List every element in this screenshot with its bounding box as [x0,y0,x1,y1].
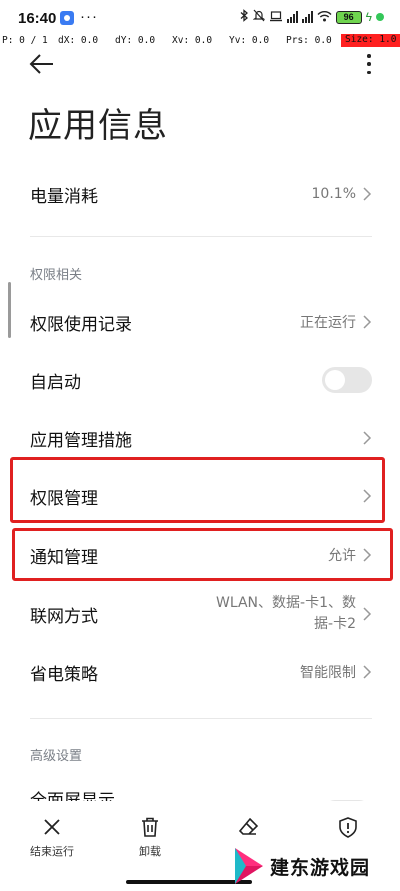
battery-icon: 96 [335,10,362,24]
row-value: 正在运行 [300,315,356,331]
chevron-right-icon [362,664,372,680]
debug-pressure: Prs: 0.0 [286,35,332,46]
status-bar: 16:40 ··· 96 ϟ [0,0,400,34]
uninstall-button[interactable]: 卸载 [110,816,190,859]
highlight-box-notification-management [12,528,393,581]
chevron-right-icon [362,186,372,202]
chevron-right-icon [362,430,372,446]
charging-icon: ϟ [365,10,372,24]
more-options-button[interactable] [364,52,374,76]
watermark: 建东游戏园 [232,842,400,890]
watermark-logo-icon [235,848,263,884]
more-notifications-icon: ··· [80,8,98,25]
more-vertical-icon [367,54,371,58]
bluetooth-icon [240,9,249,25]
row-value: WLAN、数据-卡1、数 据-卡2 [216,595,356,632]
divider [30,236,372,237]
debug-dx: dX: 0.0 [58,35,99,46]
section-header-permissions: 权限相关 [30,268,83,283]
pointer-debug-overlay: P: 0 / 1 dX: 0.0 dY: 0.0 Xv: 0.0 Yv: 0.0… [0,34,400,48]
watermark-text: 建东游戏园 [270,856,371,879]
shield-alert-icon [339,817,357,838]
permissions-shield-button[interactable] [308,816,388,838]
back-button[interactable] [28,52,56,76]
debug-xv: Xv: 0.0 [172,35,213,46]
power-saving-strategy-row[interactable]: 省电策略 智能限制 [0,644,400,700]
trash-icon [142,817,158,837]
signal-strength-icon-2 [301,11,313,23]
divider [30,718,372,719]
privacy-indicator-icon [376,13,384,21]
mute-bell-icon [252,9,266,25]
clear-data-button[interactable] [209,816,289,838]
back-arrow-icon [29,54,53,74]
row-label: 权限使用记录 [30,314,132,335]
force-stop-button[interactable]: 结束运行 [12,816,92,859]
app-notification-icon [60,11,74,25]
row-label: 应用管理措施 [30,430,132,451]
permission-usage-history-row[interactable]: 权限使用记录 正在运行 [0,294,400,350]
close-icon [44,819,60,835]
chevron-right-icon [362,606,372,622]
status-time: 16:40 [18,10,57,27]
debug-yv: Yv: 0.0 [229,35,270,46]
uninstall-label: 卸载 [139,845,161,858]
autostart-row: 自启动 [0,352,400,408]
row-label: 自启动 [30,372,81,393]
chevron-right-icon [362,314,372,330]
wifi-icon [317,10,332,25]
eraser-icon [238,817,259,835]
laptop-icon [269,10,283,25]
battery-usage-value: 10.1% [311,186,356,202]
row-label: 联网方式 [30,606,98,627]
debug-dy: dY: 0.0 [115,35,156,46]
debug-size: Size: 1.0 [341,34,400,47]
highlight-box-permission-management [10,457,385,523]
signal-strength-icon [286,11,298,23]
row-value: 智能限制 [300,665,356,681]
force-stop-label: 结束运行 [30,845,74,858]
autostart-toggle[interactable] [322,367,372,393]
debug-pointer-count: P: 0 / 1 [2,35,48,46]
battery-usage-row[interactable]: 电量消耗 10.1% [0,166,400,222]
network-access-row[interactable]: 联网方式 WLAN、数据-卡1、数 据-卡2 [0,584,400,644]
page-title: 应用信息 [28,106,168,146]
row-label: 省电策略 [30,664,98,685]
section-header-advanced: 高级设置 [30,749,83,764]
battery-usage-label: 电量消耗 [30,186,98,207]
status-icons: 96 ϟ [240,9,384,25]
